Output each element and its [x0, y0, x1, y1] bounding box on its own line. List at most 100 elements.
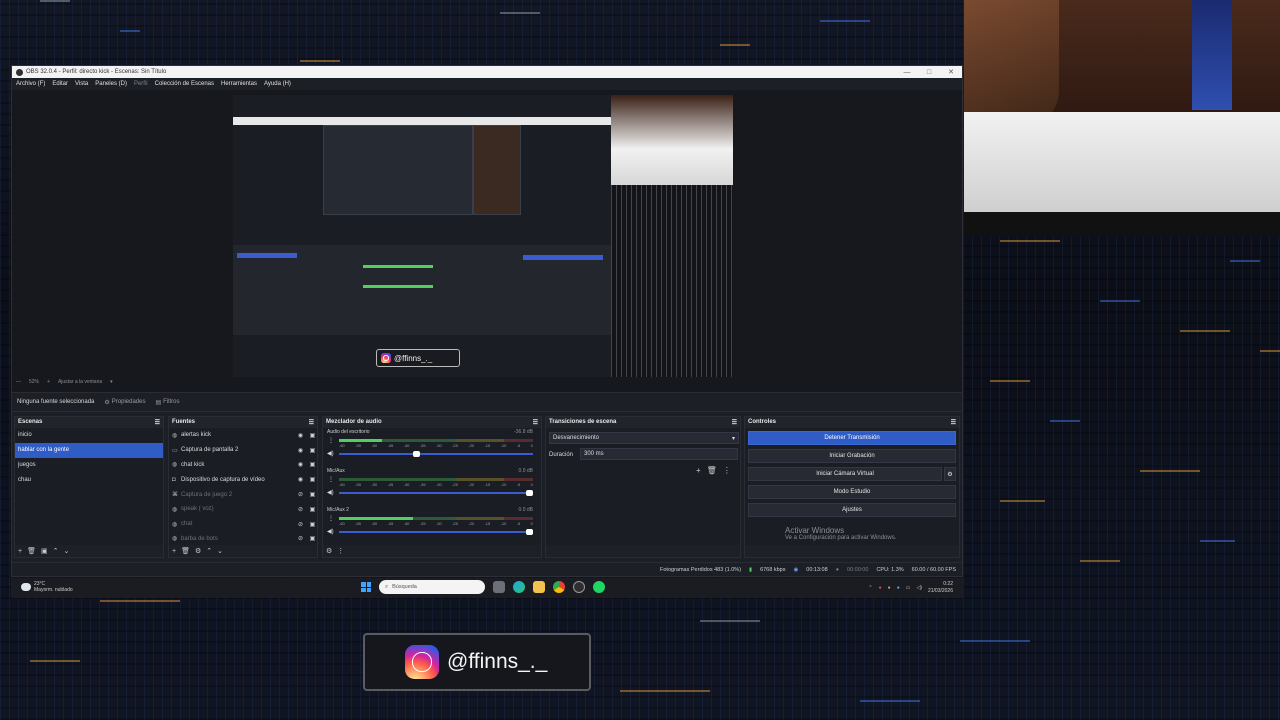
- start-recording-button[interactable]: Iniciar Grabación: [748, 449, 956, 463]
- dock-menu-icon[interactable]: ☰: [155, 419, 160, 426]
- scene-item[interactable]: chau: [15, 472, 163, 487]
- source-item[interactable]: ◍ chat kick ◉ ▣: [169, 458, 317, 473]
- eye-icon[interactable]: ◉: [296, 447, 305, 454]
- eye-slash-icon[interactable]: ⊘: [296, 521, 305, 528]
- source-item[interactable]: ▭ Captura de pantalla 2 ◉ ▣: [169, 443, 317, 458]
- close-button[interactable]: ✕: [940, 68, 962, 76]
- weather-widget[interactable]: 23°C Mayorm. nublado: [21, 581, 73, 593]
- volume-slider[interactable]: [339, 529, 533, 535]
- eye-icon[interactable]: ◉: [296, 461, 305, 468]
- source-item[interactable]: ◍ alertas kick ◉ ▣: [169, 428, 317, 443]
- lock-icon[interactable]: ▣: [308, 432, 317, 439]
- dock-menu-icon[interactable]: ☰: [533, 419, 538, 426]
- spotify-icon[interactable]: [593, 581, 605, 593]
- volume-icon[interactable]: ◁): [916, 585, 922, 591]
- transition-select[interactable]: Desvanecimiento ▾: [549, 432, 739, 444]
- add-source-icon[interactable]: +: [172, 548, 176, 555]
- advanced-audio-icon[interactable]: ⚙: [326, 547, 332, 555]
- source-item[interactable]: ◍ speak ( voz) ⊘ ▣: [169, 502, 317, 517]
- scene-item[interactable]: juegos: [15, 458, 163, 473]
- move-down-icon[interactable]: ⌄: [217, 547, 223, 555]
- edge-icon[interactable]: [513, 581, 525, 593]
- volume-knob[interactable]: [526, 529, 533, 535]
- properties-button[interactable]: ⚙ Propiedades: [104, 399, 145, 406]
- settings-button[interactable]: Ajustes: [748, 503, 956, 517]
- studio-mode-button[interactable]: Modo Estudio: [748, 485, 956, 499]
- remove-scene-icon[interactable]: 🗑: [27, 547, 36, 555]
- lock-icon[interactable]: ▣: [308, 535, 317, 542]
- add-scene-icon[interactable]: +: [18, 548, 22, 555]
- remove-source-icon[interactable]: 🗑: [181, 547, 190, 555]
- move-up-icon[interactable]: ⌃: [53, 547, 59, 555]
- zoom-minus-icon[interactable]: —: [16, 379, 21, 385]
- lock-icon[interactable]: ▣: [308, 506, 317, 513]
- source-item[interactable]: ◍ barba de bots ⊘ ▣: [169, 532, 317, 545]
- mic-icon[interactable]: ●: [897, 585, 900, 591]
- lock-icon[interactable]: ▣: [308, 461, 317, 468]
- menu-herramientas[interactable]: Herramientas: [221, 81, 257, 87]
- remove-transition-icon[interactable]: 🗑: [707, 466, 717, 475]
- maximize-button[interactable]: □: [918, 69, 940, 76]
- volume-slider[interactable]: [339, 451, 533, 457]
- menu-perfil[interactable]: Perfil: [134, 81, 148, 87]
- source-item[interactable]: ◘ Dispositivo de captura de vídeo ◉ ▣: [169, 472, 317, 487]
- speaker-icon[interactable]: ◀): [327, 489, 334, 496]
- fit-to-window[interactable]: Ajustar a la ventana: [58, 379, 102, 385]
- speaker-icon[interactable]: ◀): [327, 528, 334, 535]
- dock-menu-icon[interactable]: ☰: [951, 419, 956, 426]
- volume-knob[interactable]: [526, 490, 533, 496]
- file-explorer-icon[interactable]: [533, 581, 545, 593]
- eye-slash-icon[interactable]: ⊘: [296, 506, 305, 513]
- more-options-icon[interactable]: ⋮: [723, 466, 731, 475]
- menu-vista[interactable]: Vista: [75, 81, 88, 87]
- source-item[interactable]: ◍ chat ⊘ ▣: [169, 517, 317, 532]
- menu-coleccion-escenas[interactable]: Colección de Escenas: [155, 81, 214, 87]
- more-options-icon[interactable]: ⋮: [337, 547, 344, 555]
- minimize-button[interactable]: —: [896, 69, 918, 76]
- eye-icon[interactable]: ◉: [296, 476, 305, 483]
- scene-item[interactable]: hablar con la gente: [15, 442, 163, 458]
- move-up-icon[interactable]: ⌃: [206, 547, 212, 555]
- clock[interactable]: 0:22 21/03/2026: [928, 581, 953, 595]
- filters-button[interactable]: ▤ Filtros: [155, 399, 179, 406]
- menu-paneles[interactable]: Paneles (D): [95, 81, 127, 87]
- duration-input[interactable]: 300 ms: [580, 448, 738, 460]
- preview-canvas[interactable]: @ffinns_._: [233, 95, 733, 377]
- dock-menu-icon[interactable]: ☰: [309, 419, 314, 426]
- start-button[interactable]: [361, 582, 371, 592]
- virtual-camera-settings-button[interactable]: ⚙: [944, 467, 956, 481]
- eye-slash-icon[interactable]: ⊘: [296, 491, 305, 498]
- channel-menu-icon[interactable]: ⋮: [328, 515, 334, 522]
- scene-filters-icon[interactable]: ▣: [41, 547, 48, 555]
- chevron-down-icon[interactable]: ▾: [110, 379, 113, 385]
- move-down-icon[interactable]: ⌄: [63, 547, 69, 555]
- task-view-icon[interactable]: [493, 581, 505, 593]
- dock-menu-icon[interactable]: ☰: [732, 419, 737, 426]
- volume-knob[interactable]: [413, 451, 421, 457]
- chrome-icon[interactable]: [553, 581, 565, 593]
- eye-slash-icon[interactable]: ⊘: [296, 535, 305, 542]
- scene-item[interactable]: inicio: [15, 428, 163, 443]
- chevron-up-icon[interactable]: ⌃: [868, 585, 872, 591]
- speaker-icon[interactable]: ◀): [327, 450, 334, 457]
- obs-taskbar-icon[interactable]: [573, 581, 585, 593]
- channel-menu-icon[interactable]: ⋮: [328, 476, 334, 483]
- lock-icon[interactable]: ▣: [308, 476, 317, 483]
- menu-archivo[interactable]: Archivo (F): [16, 81, 45, 87]
- lock-icon[interactable]: ▣: [308, 521, 317, 528]
- lock-icon[interactable]: ▣: [308, 491, 317, 498]
- tray-app-icon[interactable]: ●: [879, 585, 882, 591]
- source-properties-icon[interactable]: ⚙: [195, 547, 201, 555]
- taskbar-search[interactable]: ⌕ Búsqueda: [379, 580, 485, 594]
- menu-ayuda[interactable]: Ayuda (H): [264, 81, 291, 87]
- zoom-plus-icon[interactable]: +: [47, 379, 50, 385]
- source-item[interactable]: ⌘ Captura de juego 2 ⊘ ▣: [169, 487, 317, 502]
- menu-editar[interactable]: Editar: [52, 81, 68, 87]
- lock-icon[interactable]: ▣: [308, 447, 317, 454]
- channel-menu-icon[interactable]: ⋮: [328, 437, 334, 444]
- start-virtual-camera-button[interactable]: Iniciar Cámara Virtual: [748, 467, 942, 481]
- tray-app-icon-2[interactable]: ●: [888, 585, 891, 591]
- add-transition-icon[interactable]: +: [696, 466, 701, 475]
- volume-slider[interactable]: [339, 490, 533, 496]
- stop-streaming-button[interactable]: Detener Transmisión: [748, 431, 956, 445]
